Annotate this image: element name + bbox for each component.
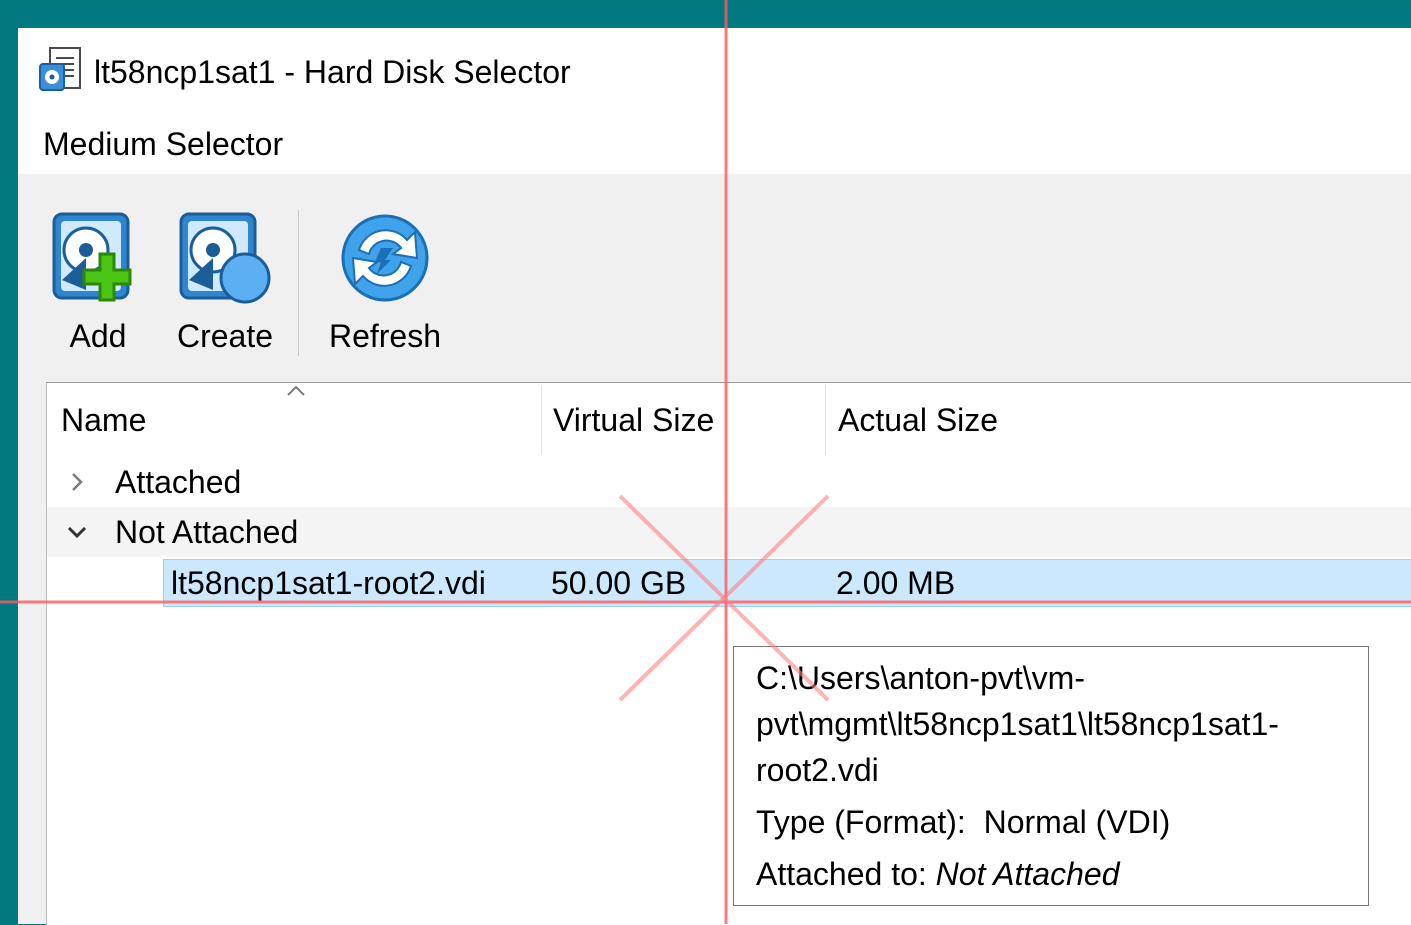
toolbar-separator bbox=[298, 210, 299, 356]
cell-virtual-size: 50.00 GB bbox=[551, 565, 687, 601]
title-bar: lt58ncp1sat1 - Hard Disk Selector Medium… bbox=[18, 28, 1411, 174]
create-disk-icon bbox=[179, 212, 271, 304]
tooltip-type-value: Normal (VDI) bbox=[983, 804, 1171, 840]
column-divider[interactable] bbox=[541, 385, 542, 455]
tooltip-path-line: root2.vdi bbox=[756, 752, 879, 788]
refresh-icon bbox=[341, 214, 429, 302]
column-divider[interactable] bbox=[825, 385, 826, 455]
create-button[interactable]: Create bbox=[170, 204, 280, 356]
window-title: lt58ncp1sat1 - Hard Disk Selector bbox=[94, 54, 571, 90]
tooltip-attached: Attached to: Not Attached bbox=[756, 851, 1119, 897]
hard-disk-selector-icon bbox=[39, 47, 81, 91]
tooltip-attached-label: Attached to: bbox=[756, 856, 927, 892]
add-label: Add bbox=[69, 318, 127, 354]
tooltip-path-line: pvt\mgmt\lt58ncp1sat1\lt58ncp1sat1- bbox=[756, 706, 1279, 742]
tooltip-attached-value: Not Attached bbox=[935, 856, 1120, 892]
medium-tooltip: C:\Users\anton-pvt\vm- pvt\mgmt\lt58ncp1… bbox=[733, 646, 1369, 906]
tooltip-type: Type (Format): Normal (VDI) bbox=[756, 799, 1170, 845]
refresh-label: Refresh bbox=[328, 318, 442, 354]
cell-name: lt58ncp1sat1-root2.vdi bbox=[171, 565, 486, 601]
group-row-not-attached[interactable]: Not Attached bbox=[47, 507, 1411, 557]
cell-actual-size: 2.00 MB bbox=[836, 565, 956, 601]
group-label-attached: Attached bbox=[115, 464, 242, 500]
chevron-right-icon[interactable] bbox=[65, 470, 89, 494]
refresh-button[interactable]: Refresh bbox=[318, 204, 452, 356]
hard-disk-selector-window: lt58ncp1sat1 - Hard Disk Selector Medium… bbox=[18, 28, 1411, 925]
column-header-actual-size[interactable]: Actual Size bbox=[838, 383, 1238, 457]
create-label: Create bbox=[176, 318, 274, 354]
tooltip-path-line: C:\Users\anton-pvt\vm- bbox=[756, 660, 1085, 696]
group-row-attached[interactable]: Attached bbox=[47, 457, 1411, 507]
column-header-virtual-size[interactable]: Virtual Size bbox=[553, 383, 823, 457]
add-disk-icon bbox=[52, 212, 132, 302]
tooltip-type-label: Type (Format): bbox=[756, 804, 966, 840]
add-button[interactable]: Add bbox=[46, 204, 150, 356]
group-label-not-attached: Not Attached bbox=[115, 514, 299, 550]
menu-medium-selector[interactable]: Medium Selector bbox=[43, 124, 283, 164]
column-header-name[interactable]: Name bbox=[61, 383, 539, 457]
chevron-down-icon[interactable] bbox=[65, 520, 89, 544]
